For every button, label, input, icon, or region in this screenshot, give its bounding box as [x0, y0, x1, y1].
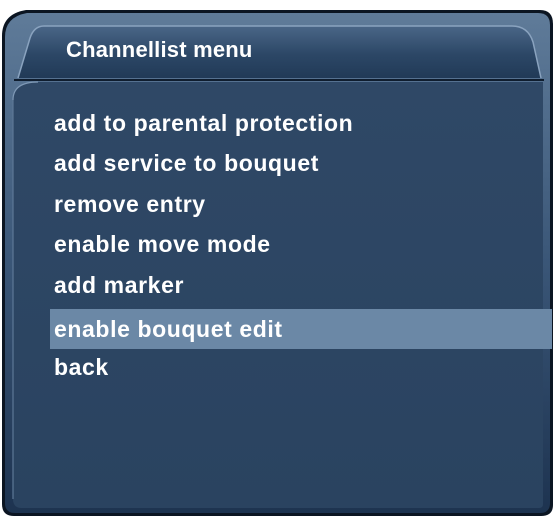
menu-item-back[interactable]: back	[50, 347, 552, 387]
menu-item-add-service-to-bouquet[interactable]: add service to bouquet	[50, 143, 552, 183]
channellist-menu-window: Channellist menu add to parental protect…	[0, 0, 555, 518]
menu-item-enable-bouquet-edit[interactable]: enable bouquet edit	[50, 309, 552, 349]
menu-item-remove-entry[interactable]: remove entry	[50, 184, 552, 224]
menu-item-add-marker[interactable]: add marker	[50, 265, 552, 305]
menu-item-add-to-parental-protection[interactable]: add to parental protection	[50, 103, 552, 143]
menu-list: add to parental protection add service t…	[0, 0, 555, 518]
menu-item-enable-move-mode[interactable]: enable move mode	[50, 224, 552, 264]
